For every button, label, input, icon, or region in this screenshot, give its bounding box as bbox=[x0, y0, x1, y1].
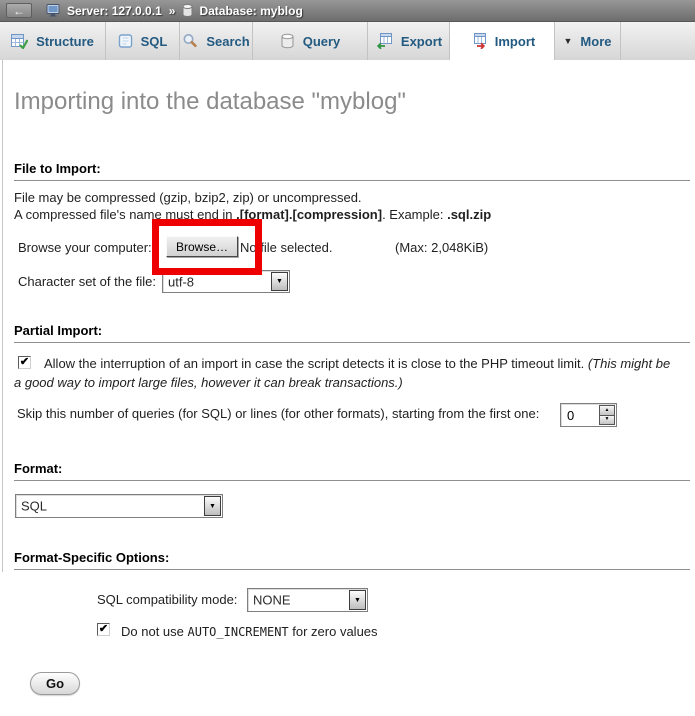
compression-help-text: File may be compressed (gzip, bzip2, zip… bbox=[14, 189, 491, 223]
tab-sql[interactable]: SQL bbox=[106, 22, 180, 60]
tab-label: Export bbox=[401, 34, 442, 49]
compression-line: File may be compressed (gzip, bzip2, zip… bbox=[14, 190, 362, 205]
tab-more[interactable]: ▼ More bbox=[555, 22, 621, 60]
spinner-up-icon[interactable]: ▲ bbox=[599, 405, 615, 416]
allow-interrupt-note-start: (This might be bbox=[588, 356, 670, 371]
go-button[interactable]: Go bbox=[30, 672, 80, 695]
tab-label: Search bbox=[206, 34, 249, 49]
sql-compat-value: NONE bbox=[253, 593, 291, 608]
skip-queries-label: Skip this number of queries (for SQL) or… bbox=[17, 406, 539, 421]
tab-label: Import bbox=[495, 34, 535, 49]
name-rule-example: .sql.zip bbox=[447, 207, 491, 222]
import-icon bbox=[469, 33, 487, 49]
sql-icon bbox=[118, 33, 133, 49]
export-icon bbox=[375, 33, 393, 49]
charset-select-value: utf-8 bbox=[168, 274, 194, 289]
auto-increment-code: AUTO_INCREMENT bbox=[188, 625, 289, 639]
search-icon bbox=[182, 33, 198, 49]
browse-computer-label: Browse your computer: bbox=[18, 240, 152, 255]
tab-import[interactable]: Import bbox=[450, 22, 555, 60]
chevron-down-icon[interactable]: ▼ bbox=[204, 496, 221, 516]
annotation-red-box bbox=[152, 219, 262, 275]
spinner: ▲ ▼ bbox=[599, 405, 615, 425]
max-upload-size-text: (Max: 2,048KiB) bbox=[395, 240, 488, 255]
breadcrumb-separator: » bbox=[169, 4, 176, 18]
sql-compat-label: SQL compatibility mode: bbox=[97, 592, 237, 607]
section-title-partial-import: Partial Import: bbox=[14, 323, 690, 343]
structure-icon bbox=[11, 33, 28, 49]
auto-increment-label: Do not use AUTO_INCREMENT for zero value… bbox=[121, 624, 378, 639]
server-icon bbox=[46, 4, 61, 17]
spinner-down-icon[interactable]: ▼ bbox=[599, 416, 615, 426]
allow-interrupt-text: Allow the interruption of an import in c… bbox=[44, 356, 588, 371]
database-icon bbox=[182, 4, 193, 17]
skip-queries-value: 0 bbox=[567, 408, 574, 423]
tab-label: Structure bbox=[36, 34, 94, 49]
tab-export[interactable]: Export bbox=[368, 22, 450, 60]
chevron-down-icon[interactable]: ▼ bbox=[349, 590, 366, 610]
phpmyadmin-import-page: ← Server: 127.0.0.1 » Database: myblog S… bbox=[0, 0, 695, 716]
tab-bar: Structure SQL Search Query Export bbox=[0, 22, 695, 60]
page-title: Importing into the database "myblog" bbox=[14, 88, 406, 116]
format-select[interactable]: SQL ▼ bbox=[15, 494, 223, 518]
sql-compat-select[interactable]: NONE ▼ bbox=[247, 588, 368, 612]
name-rule-mid: . Example: bbox=[382, 207, 447, 222]
tab-label: More bbox=[580, 34, 611, 49]
allow-interrupt-note-end: a good way to import large files, howeve… bbox=[14, 375, 403, 390]
chevron-down-icon[interactable]: ▼ bbox=[271, 272, 288, 291]
tab-structure[interactable]: Structure bbox=[0, 22, 106, 60]
query-icon bbox=[280, 33, 295, 49]
tab-query[interactable]: Query bbox=[253, 22, 368, 60]
auto-increment-checkbox[interactable]: ✔ bbox=[97, 623, 110, 636]
tab-label: SQL bbox=[141, 34, 168, 49]
breadcrumb: ← Server: 127.0.0.1 » Database: myblog bbox=[0, 0, 695, 22]
section-title-format: Format: bbox=[14, 461, 690, 481]
breadcrumb-server[interactable]: Server: 127.0.0.1 bbox=[67, 4, 162, 18]
back-arrow-icon[interactable]: ← bbox=[6, 3, 32, 18]
more-chevron-icon: ▼ bbox=[564, 37, 573, 46]
allow-interrupt-checkbox[interactable]: ✔ bbox=[18, 356, 31, 369]
charset-label: Character set of the file: bbox=[18, 274, 156, 289]
breadcrumb-database[interactable]: Database: myblog bbox=[199, 4, 302, 18]
auto-increment-suffix: for zero values bbox=[289, 624, 378, 639]
skip-queries-input[interactable]: 0 ▲ ▼ bbox=[560, 403, 617, 427]
tab-label: Query bbox=[303, 34, 341, 49]
format-select-value: SQL bbox=[21, 499, 47, 514]
section-title-format-specific: Format-Specific Options: bbox=[14, 550, 690, 570]
section-title-file-to-import: File to Import: bbox=[14, 161, 690, 181]
tab-search[interactable]: Search bbox=[180, 22, 253, 60]
content-left-border bbox=[2, 60, 3, 572]
allow-interrupt-label: Allow the interruption of an import in c… bbox=[44, 356, 670, 371]
auto-increment-prefix: Do not use bbox=[121, 624, 188, 639]
